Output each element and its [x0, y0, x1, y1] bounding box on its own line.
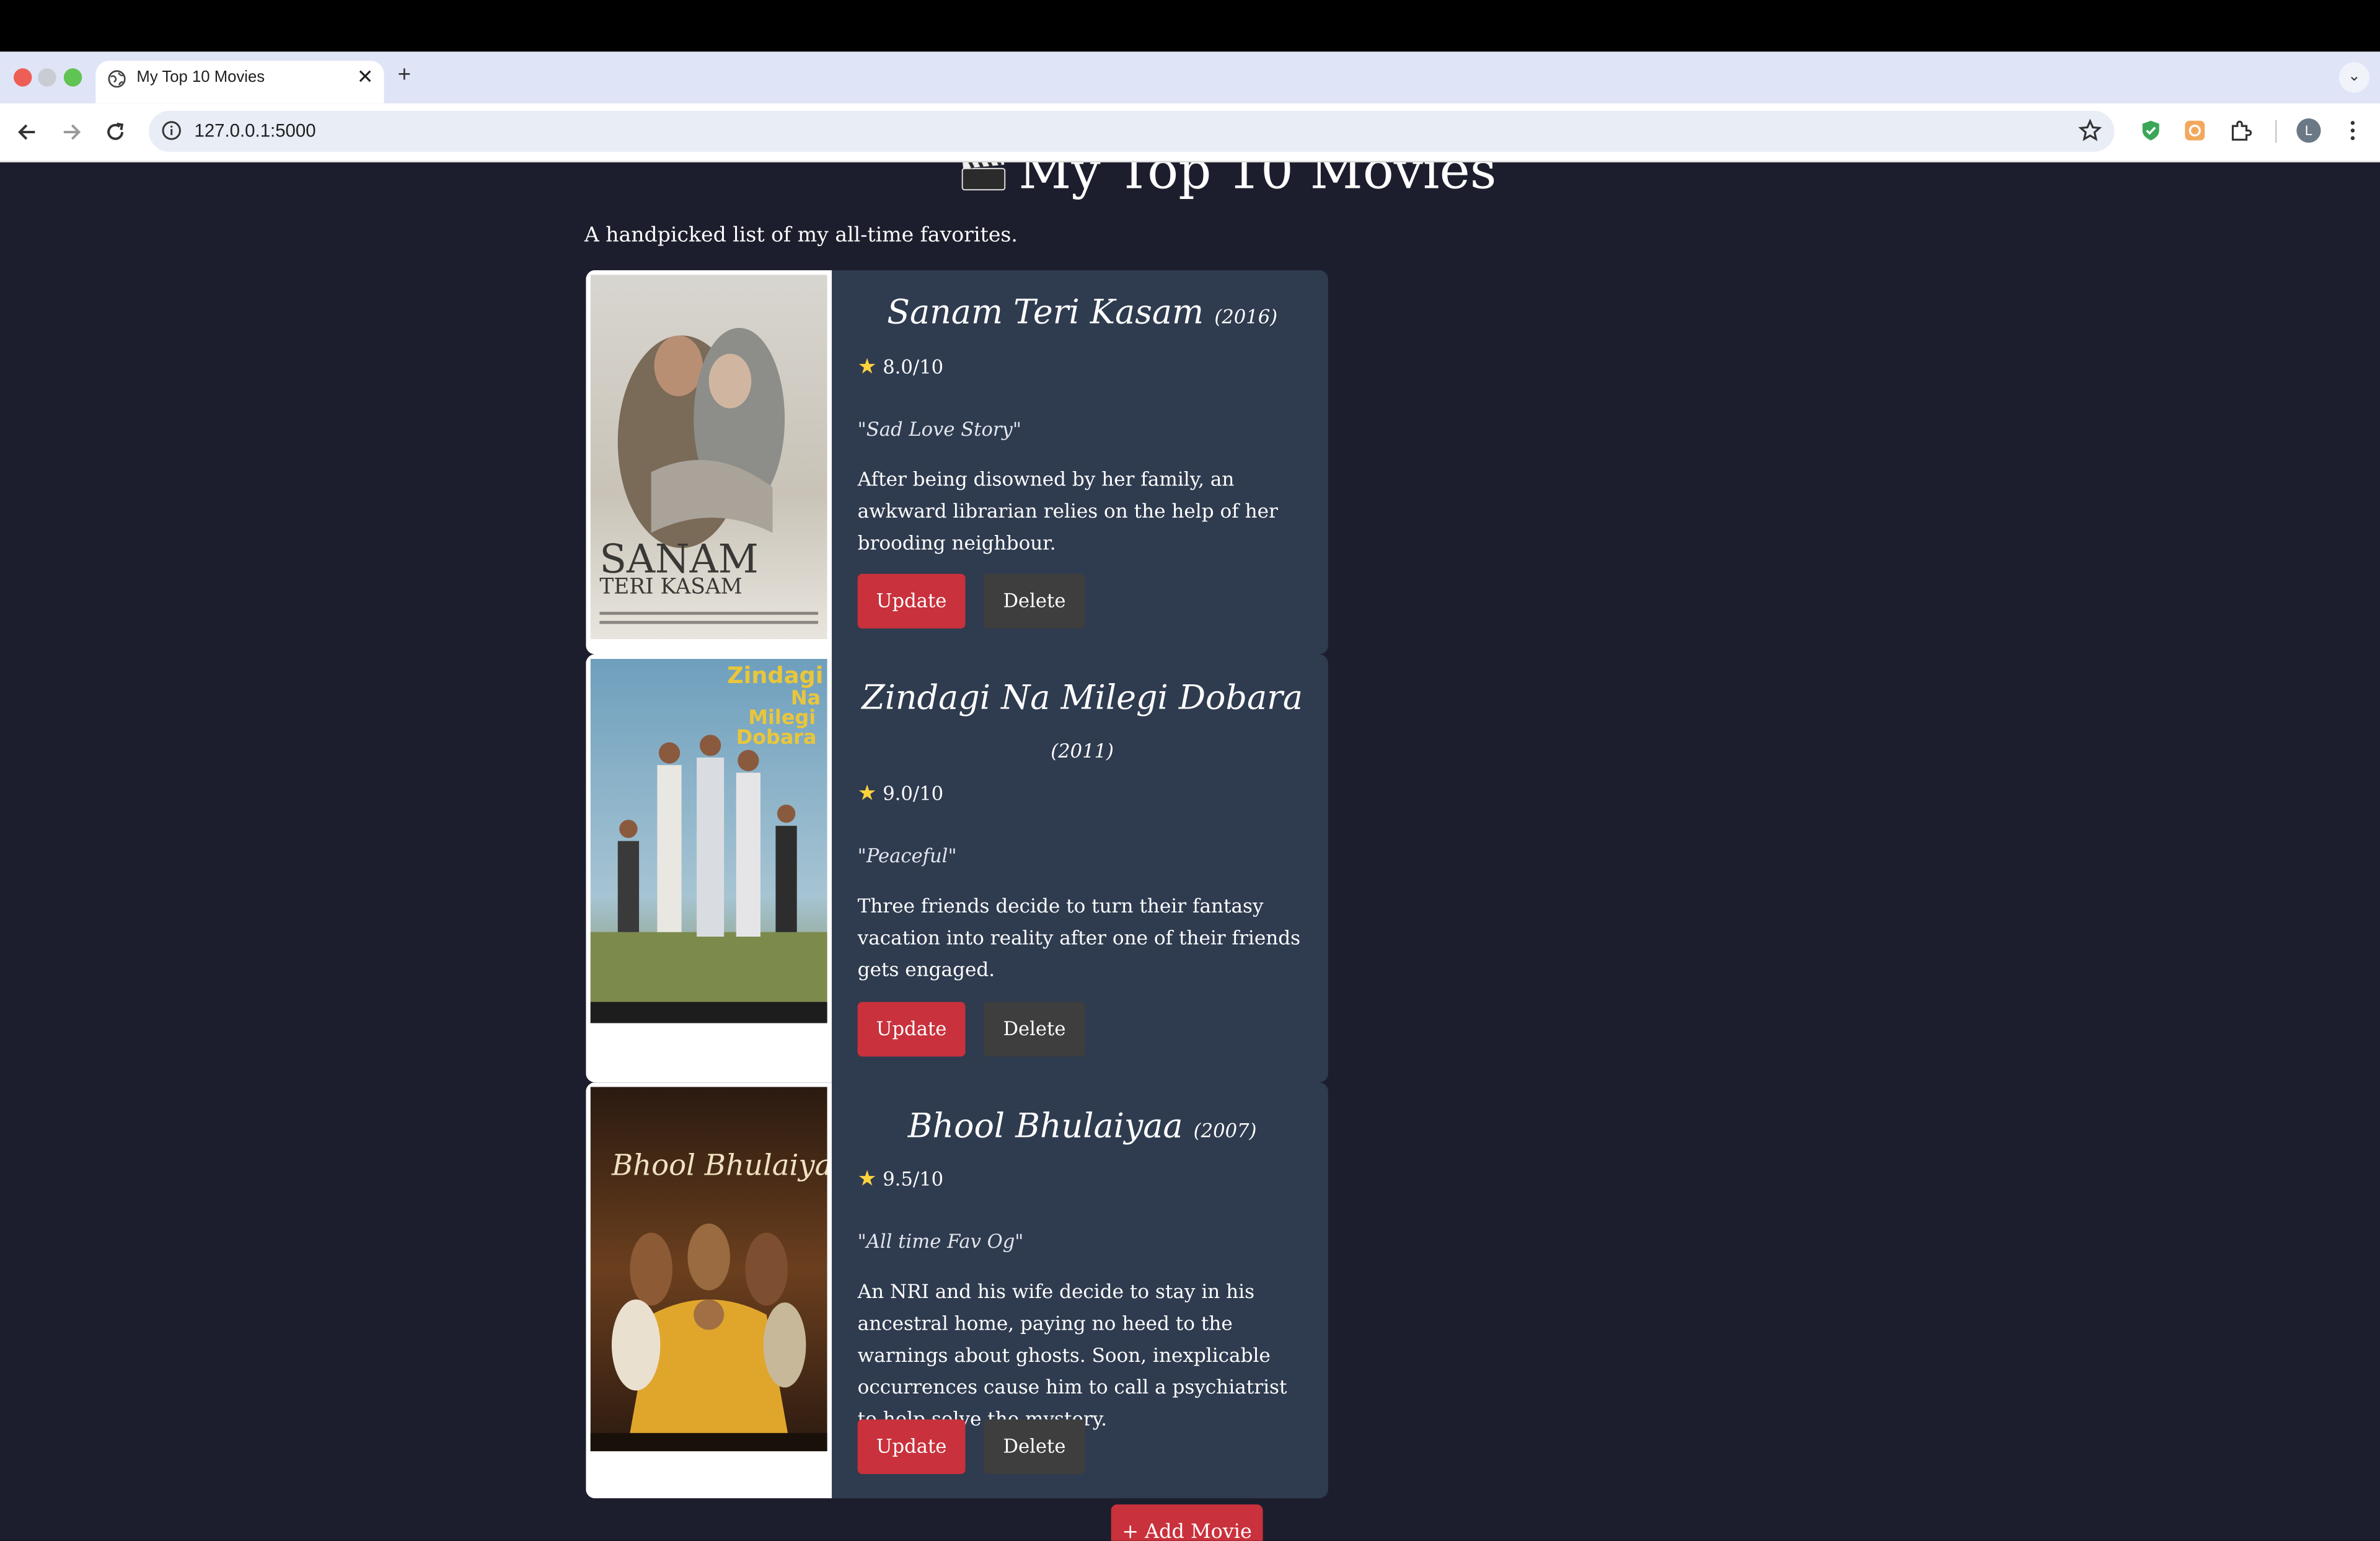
reload-icon[interactable] [102, 118, 129, 146]
movie-rating: ★ 8.0/10 [858, 355, 943, 379]
back-arrow-icon[interactable] [14, 118, 41, 146]
movie-title: Sanam Teri Kasam (2016) [858, 290, 1307, 342]
update-button[interactable]: Update [857, 1419, 966, 1474]
tab-close-icon[interactable]: ✕ [357, 65, 374, 89]
toolbar-divider [2275, 120, 2277, 143]
add-movie-button[interactable]: + Add Movie [1111, 1504, 1263, 1541]
minimize-window-button[interactable] [38, 68, 56, 87]
update-button[interactable]: Update [857, 573, 966, 629]
more-menu-icon[interactable] [2343, 118, 2361, 143]
movie-review: "Sad Love Story" [857, 417, 1021, 441]
shield-extension-icon[interactable] [2139, 118, 2163, 143]
tab-search-chevron-icon[interactable]: ⌄ [2338, 62, 2369, 93]
tab-title: My Top 10 Movies [136, 68, 265, 87]
globe-icon [108, 70, 126, 88]
rating-value: 9.5/10 [883, 1167, 944, 1191]
info-icon[interactable] [161, 120, 182, 141]
forward-arrow-icon[interactable] [58, 118, 85, 146]
page-subtitle: A handpicked list of my all-time favorit… [584, 223, 1018, 248]
url-text[interactable]: 127.0.0.1:5000 [194, 120, 315, 141]
rating-value: 9.0/10 [883, 782, 944, 805]
close-window-button[interactable] [14, 68, 32, 87]
movie-rating: ★ 9.5/10 [858, 1167, 943, 1191]
movie-title-text: Zindagi Na Milegi Dobara [862, 680, 1303, 718]
movie-review: "Peaceful" [857, 844, 957, 867]
movie-poster-image: SANAM TERI KASAM [590, 275, 827, 640]
movie-card: Zindagi Na Milegi Dobara Zindagi Na Mile… [586, 654, 1328, 1083]
movie-card: Bhool Bhulaiyaa Bhool Bhulaiyaa (2007) ★… [586, 1082, 1328, 1499]
clapperboard-icon [961, 162, 1006, 191]
os-top-bar [0, 0, 2380, 52]
rating-star-icon: ★ [857, 782, 877, 806]
poster-frame: Zindagi Na Milegi Dobara [586, 654, 832, 1083]
update-button[interactable]: Update [857, 1002, 966, 1057]
page-title-text: My Top 10 Movies [1018, 162, 1497, 202]
movie-description: After being disowned by her family, an a… [857, 467, 1278, 554]
page-title: My Top 10 Movies [961, 162, 1497, 202]
movie-card: SANAM TERI KASAM Sanam Teri Kasam (2016)… [586, 270, 1328, 655]
page-content: My Top 10 Movies A handpicked list of my… [0, 162, 2380, 1541]
delete-button[interactable]: Delete [983, 573, 1086, 629]
movie-review: "All time Fav Og" [857, 1229, 1024, 1253]
rating-star-icon: ★ [857, 1167, 877, 1192]
browser-tab[interactable]: My Top 10 Movies ✕ [95, 60, 384, 104]
movie-year: (2016) [1214, 305, 1278, 328]
delete-button[interactable]: Delete [983, 1002, 1086, 1057]
rating-star-icon: ★ [857, 355, 877, 380]
movie-poster-image: Zindagi Na Milegi Dobara [590, 658, 827, 1023]
movie-year: (2011) [1051, 739, 1114, 762]
movie-poster-image: Bhool Bhulaiyaa [590, 1087, 827, 1452]
profile-avatar[interactable]: L [2296, 118, 2321, 143]
screen: My Top 10 Movies ✕ + ⌄ 127.0.0.1:5000 L [0, 0, 2380, 1541]
delete-button[interactable]: Delete [983, 1419, 1086, 1474]
bookmark-star-icon[interactable] [2078, 118, 2102, 143]
extension-puzzle-icon[interactable] [2228, 118, 2252, 143]
movie-rating: ★ 9.0/10 [858, 782, 943, 806]
maximize-window-button[interactable] [63, 68, 82, 87]
movie-title-text: Sanam Teri Kasam [887, 294, 1204, 333]
poster-title-line-1: Zindagi [727, 662, 823, 689]
poster-frame: SANAM TERI KASAM [586, 270, 832, 655]
address-bar[interactable] [149, 110, 2115, 152]
movie-description: Three friends decide to turn their fanta… [857, 894, 1301, 981]
poster-frame: Bhool Bhulaiyaa [586, 1082, 832, 1499]
poster-title-line-4: Dobara [736, 725, 817, 749]
rating-value: 8.0/10 [883, 355, 944, 378]
new-tab-button[interactable]: + [398, 62, 411, 89]
poster-title-line-1: Bhool Bhulaiyaa [611, 1149, 827, 1182]
orange-extension-icon[interactable] [2183, 118, 2207, 143]
movie-title: Bhool Bhulaiyaa (2007) [858, 1103, 1307, 1155]
poster-title-line-2: TERI KASAM [599, 575, 742, 599]
movie-year: (2007) [1193, 1118, 1257, 1142]
movie-title-text: Bhool Bhulaiyaa [907, 1108, 1183, 1146]
movie-description: An NRI and his wife decide to stay in hi… [857, 1279, 1287, 1430]
movie-title: Zindagi Na Milegi Dobara (2011) [858, 676, 1307, 776]
